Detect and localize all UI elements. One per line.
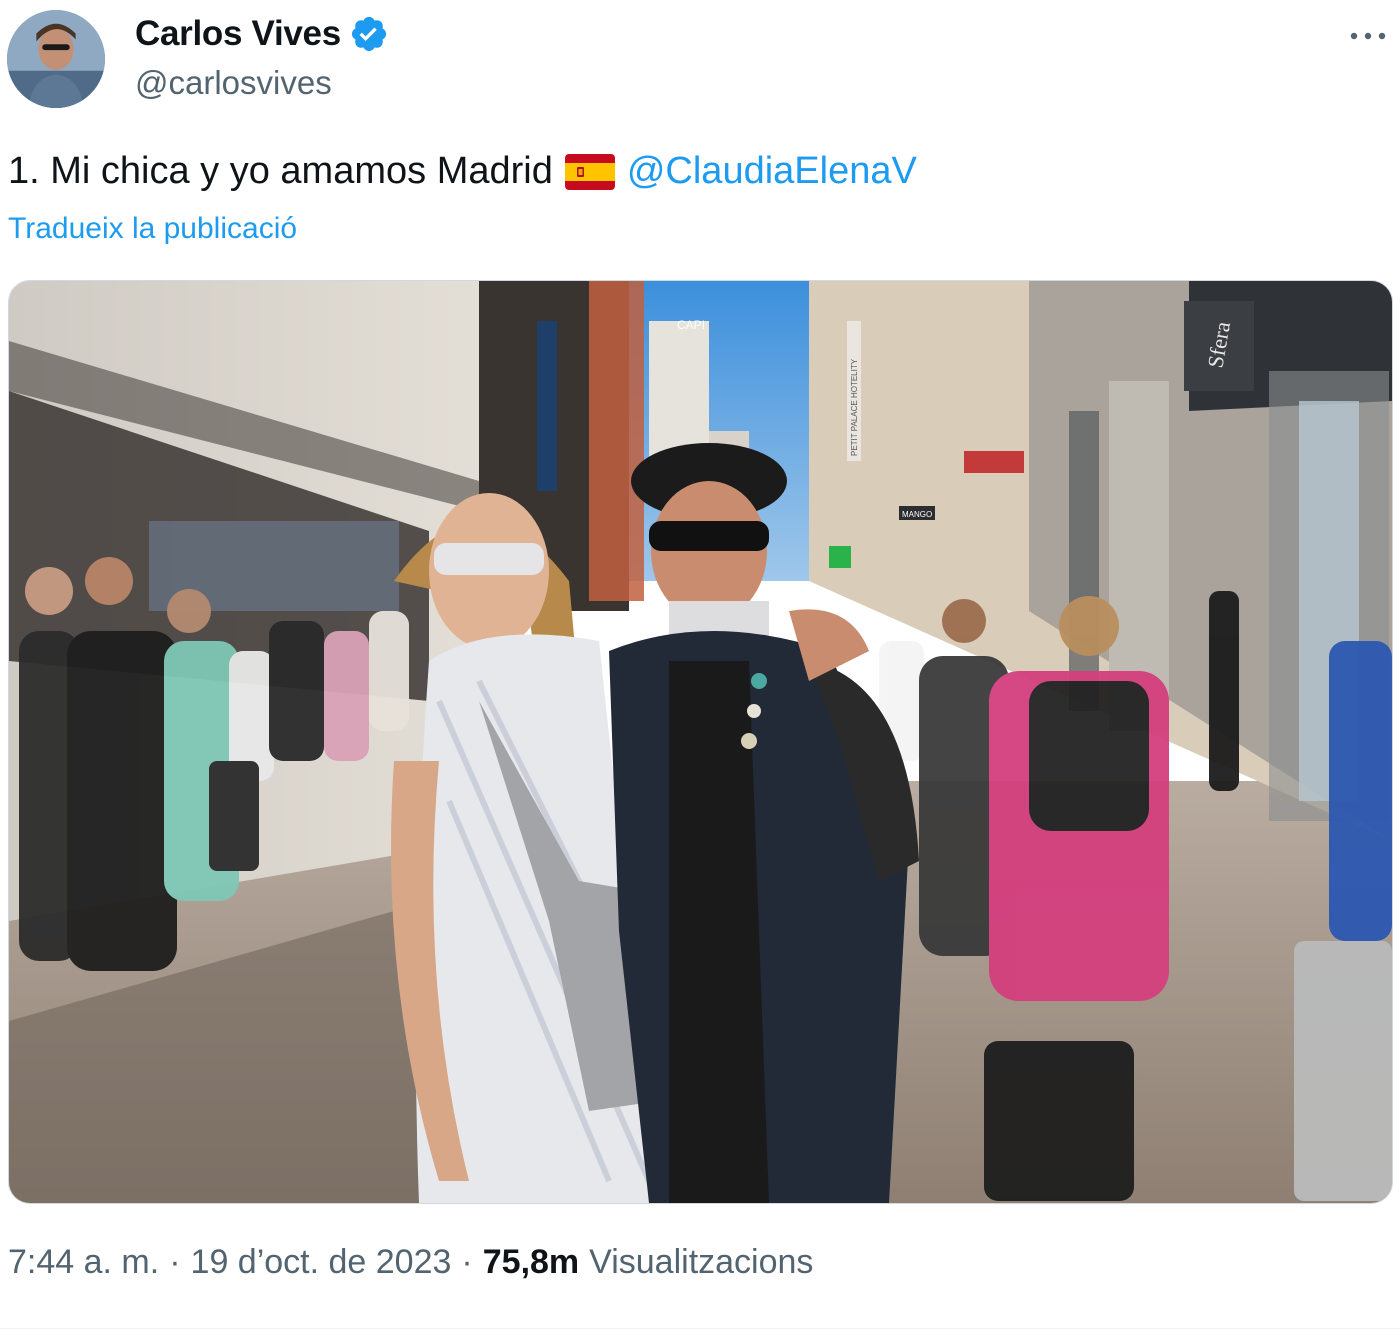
verified-badge-icon[interactable] bbox=[349, 14, 389, 54]
capitol-sign: CAPI bbox=[677, 318, 705, 332]
tweet-text: 1. Mi chica y yo amamos Madrid @ClaudiaE… bbox=[8, 146, 917, 196]
author-handle[interactable]: @carlosvives bbox=[135, 64, 332, 102]
meta-separator: · bbox=[169, 1243, 181, 1281]
tweet-time[interactable]: 7:44 a. m. bbox=[8, 1243, 159, 1282]
tweet-date[interactable]: 19 d’oct. de 2023 bbox=[191, 1243, 452, 1282]
more-options-button[interactable] bbox=[1344, 16, 1392, 56]
mention-link[interactable]: @ClaudiaElenaV bbox=[627, 146, 917, 196]
tweet-meta: 7:44 a. m. · 19 d’oct. de 2023 · 75,8m V… bbox=[8, 1243, 813, 1282]
views-label[interactable]: Visualitzacions bbox=[589, 1243, 813, 1282]
mango-sign: MANGO bbox=[902, 510, 932, 519]
street-photo-image: CAPI Sfera MANGO PETIT PALACE HOTELITY bbox=[9, 281, 1392, 1203]
spain-flag-icon bbox=[564, 153, 615, 190]
hotel-sign: PETIT PALACE HOTELITY bbox=[850, 358, 859, 456]
tweet: Carlos Vives @carlosvives 1. Mi chica y … bbox=[0, 0, 1400, 1343]
author-display-name[interactable]: Carlos Vives bbox=[135, 14, 341, 54]
name-row: Carlos Vives bbox=[135, 14, 389, 54]
more-horizontal-icon bbox=[1350, 32, 1386, 40]
avatar[interactable] bbox=[7, 10, 105, 108]
translate-post-link[interactable]: Tradueix la publicació bbox=[8, 212, 297, 246]
tweet-photo[interactable]: CAPI Sfera MANGO PETIT PALACE HOTELITY bbox=[8, 280, 1393, 1204]
meta-separator: · bbox=[461, 1243, 473, 1281]
avatar-image bbox=[7, 10, 105, 108]
divider bbox=[0, 1328, 1400, 1329]
tweet-text-body: 1. Mi chica y yo amamos Madrid bbox=[8, 150, 553, 192]
views-count[interactable]: 75,8m bbox=[483, 1243, 579, 1282]
